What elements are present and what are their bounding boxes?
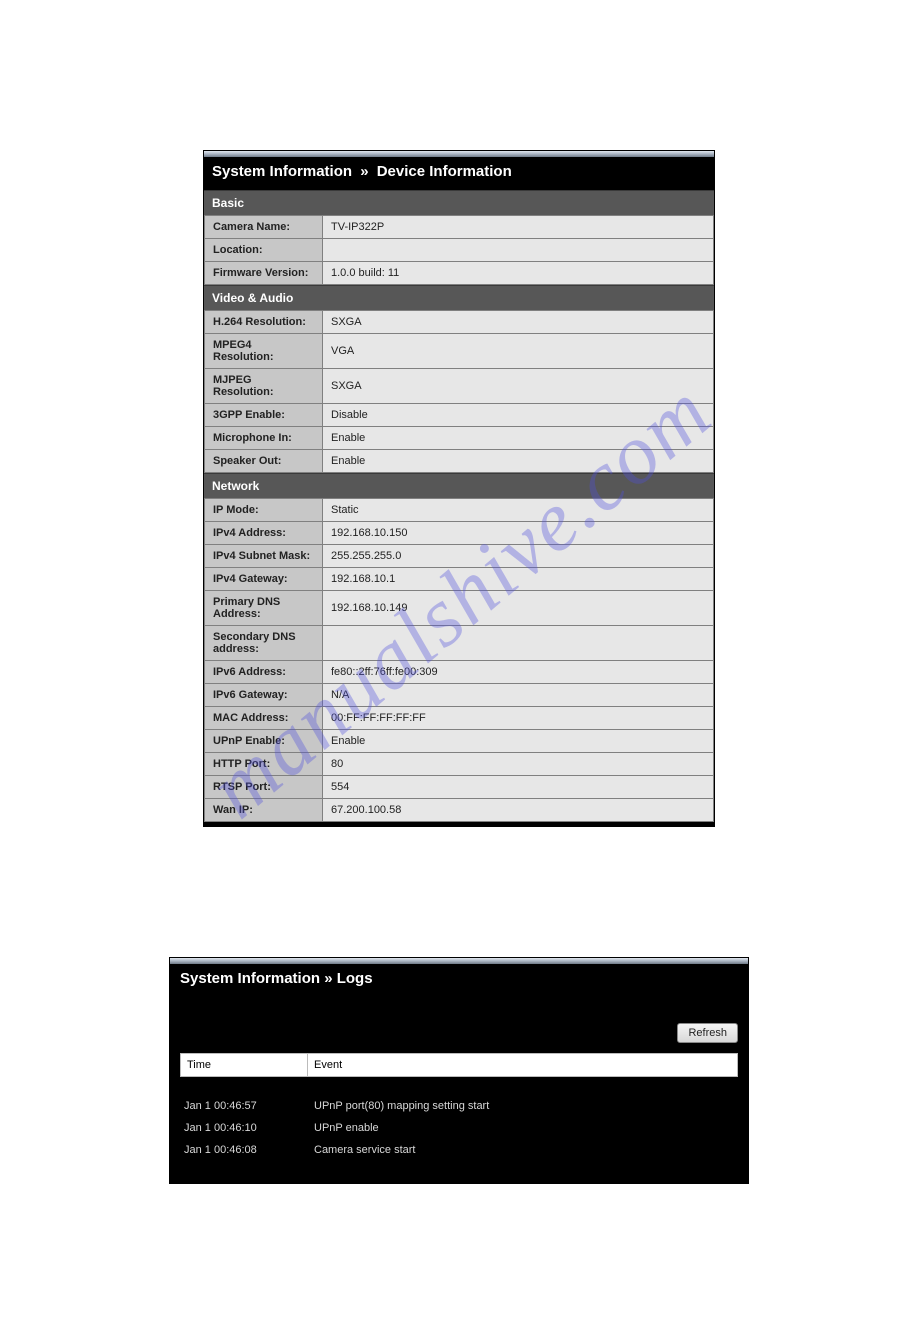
log-row: Jan 1 00:46:57 UPnP port(80) mapping set… [180, 1095, 738, 1117]
breadcrumb-root: System Information [212, 163, 352, 180]
table-row: Secondary DNS address: [205, 626, 714, 661]
table-row: H.264 Resolution: SXGA [205, 311, 714, 334]
logs-title: System Information » Logs [170, 964, 748, 995]
row-value: 554 [323, 776, 714, 799]
row-label: MJPEG Resolution: [205, 369, 323, 404]
row-label: MPEG4 Resolution: [205, 334, 323, 369]
row-value: 80 [323, 753, 714, 776]
row-label: IP Mode: [205, 499, 323, 522]
table-row: HTTP Port: 80 [205, 753, 714, 776]
row-value [323, 239, 714, 262]
breadcrumb-separator: » [324, 970, 332, 987]
row-value: SXGA [323, 369, 714, 404]
logs-toolbar: Refresh [170, 995, 748, 1049]
row-label: HTTP Port: [205, 753, 323, 776]
device-info-panel: System Information » Device Information … [203, 150, 715, 827]
log-event: Camera service start [308, 1144, 738, 1156]
row-value: 1.0.0 build: 11 [323, 262, 714, 285]
log-event: UPnP enable [308, 1122, 738, 1134]
row-label: 3GPP Enable: [205, 404, 323, 427]
row-label: IPv4 Gateway: [205, 568, 323, 591]
row-label: Primary DNS Address: [205, 591, 323, 626]
row-value: Enable [323, 450, 714, 473]
row-value: SXGA [323, 311, 714, 334]
table-row: MAC Address: 00:FF:FF:FF:FF:FF [205, 707, 714, 730]
row-label: Camera Name: [205, 216, 323, 239]
row-value: Static [323, 499, 714, 522]
row-value [323, 626, 714, 661]
logs-panel: System Information » Logs Refresh Time E… [169, 957, 749, 1184]
table-row: Camera Name: TV-IP322P [205, 216, 714, 239]
log-time: Jan 1 00:46:57 [180, 1100, 308, 1112]
table-row: IPv4 Subnet Mask: 255.255.255.0 [205, 545, 714, 568]
table-row: Primary DNS Address: 192.168.10.149 [205, 591, 714, 626]
table-row: UPnP Enable: Enable [205, 730, 714, 753]
col-header-event: Event [308, 1053, 738, 1077]
row-value: Disable [323, 404, 714, 427]
table-row: IPv4 Address: 192.168.10.150 [205, 522, 714, 545]
row-value: 00:FF:FF:FF:FF:FF [323, 707, 714, 730]
log-time: Jan 1 00:46:10 [180, 1122, 308, 1134]
table-row: MJPEG Resolution: SXGA [205, 369, 714, 404]
row-label: MAC Address: [205, 707, 323, 730]
row-label: IPv6 Gateway: [205, 684, 323, 707]
log-row: Jan 1 00:46:10 UPnP enable [180, 1117, 738, 1139]
row-value: fe80::2ff:76ff:fe00:309 [323, 661, 714, 684]
table-row: IPv6 Gateway: N/A [205, 684, 714, 707]
row-label: Location: [205, 239, 323, 262]
row-label: Wan IP: [205, 799, 323, 822]
table-row: Speaker Out: Enable [205, 450, 714, 473]
logs-table-header: Time Event [180, 1053, 738, 1077]
row-value: Enable [323, 427, 714, 450]
table-row: MPEG4 Resolution: VGA [205, 334, 714, 369]
network-table: IP Mode: Static IPv4 Address: 192.168.10… [204, 498, 714, 822]
row-value: VGA [323, 334, 714, 369]
section-header-network: Network [204, 473, 714, 498]
row-value: TV-IP322P [323, 216, 714, 239]
row-label: Speaker Out: [205, 450, 323, 473]
col-header-time: Time [180, 1053, 308, 1077]
breadcrumb-page: Device Information [377, 163, 512, 180]
row-value: 192.168.10.1 [323, 568, 714, 591]
row-value: 192.168.10.149 [323, 591, 714, 626]
row-label: Secondary DNS address: [205, 626, 323, 661]
breadcrumb-page: Logs [337, 970, 373, 987]
row-label: IPv4 Subnet Mask: [205, 545, 323, 568]
panel-bottom-border [204, 822, 714, 826]
row-value: N/A [323, 684, 714, 707]
row-value: 192.168.10.150 [323, 522, 714, 545]
device-info-title: System Information » Device Information [204, 157, 714, 190]
row-label: Firmware Version: [205, 262, 323, 285]
video-audio-table: H.264 Resolution: SXGA MPEG4 Resolution:… [204, 310, 714, 473]
log-event: UPnP port(80) mapping setting start [308, 1100, 738, 1112]
row-value: Enable [323, 730, 714, 753]
section-header-video-audio: Video & Audio [204, 285, 714, 310]
basic-table: Camera Name: TV-IP322P Location: Firmwar… [204, 215, 714, 285]
row-label: UPnP Enable: [205, 730, 323, 753]
table-row: Wan IP: 67.200.100.58 [205, 799, 714, 822]
row-label: IPv6 Address: [205, 661, 323, 684]
row-value: 255.255.255.0 [323, 545, 714, 568]
section-header-basic: Basic [204, 190, 714, 215]
row-label: H.264 Resolution: [205, 311, 323, 334]
table-row: IP Mode: Static [205, 499, 714, 522]
logs-body: Jan 1 00:46:57 UPnP port(80) mapping set… [170, 1077, 748, 1183]
log-time: Jan 1 00:46:08 [180, 1144, 308, 1156]
log-row: Jan 1 00:46:08 Camera service start [180, 1139, 738, 1161]
table-row: IPv6 Address: fe80::2ff:76ff:fe00:309 [205, 661, 714, 684]
table-row: RTSP Port: 554 [205, 776, 714, 799]
table-row: Firmware Version: 1.0.0 build: 11 [205, 262, 714, 285]
table-row: Location: [205, 239, 714, 262]
breadcrumb-separator: » [360, 163, 368, 180]
breadcrumb-root: System Information [180, 970, 320, 987]
table-row: 3GPP Enable: Disable [205, 404, 714, 427]
table-row: Microphone In: Enable [205, 427, 714, 450]
row-label: RTSP Port: [205, 776, 323, 799]
row-label: IPv4 Address: [205, 522, 323, 545]
table-row: IPv4 Gateway: 192.168.10.1 [205, 568, 714, 591]
refresh-button[interactable]: Refresh [677, 1023, 738, 1043]
row-label: Microphone In: [205, 427, 323, 450]
row-value: 67.200.100.58 [323, 799, 714, 822]
